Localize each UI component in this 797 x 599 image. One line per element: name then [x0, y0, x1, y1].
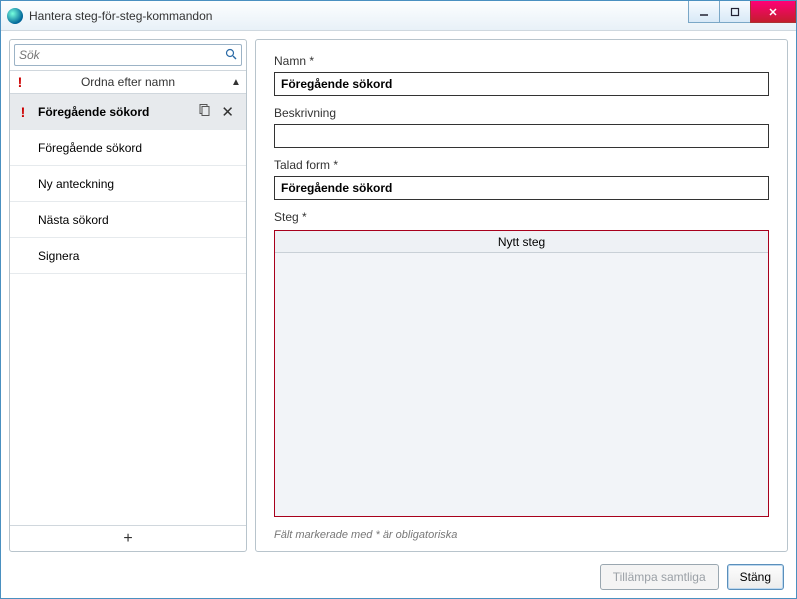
warning-icon: ! [14, 104, 32, 120]
minimize-icon [699, 7, 709, 17]
delete-icon[interactable]: ✕ [221, 103, 234, 121]
sort-header[interactable]: ! Ordna efter namn ▲ [10, 70, 246, 94]
list-item[interactable]: ! Föregående sökord ✕ [10, 94, 246, 130]
list-item[interactable]: Nästa sökord [10, 202, 246, 238]
close-window-button[interactable] [750, 1, 796, 23]
apply-all-button[interactable]: Tillämpa samtliga [600, 564, 719, 590]
steps-container: Nytt steg [274, 228, 769, 517]
list-item-label: Nästa sökord [32, 213, 242, 227]
maximize-button[interactable] [719, 1, 751, 23]
window-title: Hantera steg-för-steg-kommandon [29, 9, 212, 23]
list-item[interactable]: Signera [10, 238, 246, 274]
steps-box: Nytt steg [274, 230, 769, 517]
list-item-label: Signera [32, 249, 242, 263]
steps-label: Steg * [274, 210, 769, 224]
maximize-icon [730, 7, 740, 17]
new-step-button[interactable]: Nytt steg [275, 231, 768, 253]
close-button[interactable]: Stäng [727, 564, 784, 590]
name-input[interactable] [274, 72, 769, 96]
spoken-form-input[interactable] [274, 176, 769, 200]
titlebar: Hantera steg-för-steg-kommandon [1, 1, 796, 31]
row-actions: ✕ [197, 103, 242, 121]
warning-column-icon: ! [10, 74, 30, 90]
name-label: Namn * [274, 54, 769, 68]
window-controls [689, 1, 796, 23]
copy-icon[interactable] [197, 103, 211, 121]
description-input[interactable] [274, 124, 769, 148]
columns: ! Ordna efter namn ▲ ! Föregående sökord… [9, 39, 788, 552]
search-icon[interactable] [225, 48, 237, 63]
sort-arrow-icon: ▲ [226, 77, 246, 88]
commands-list: ! Föregående sökord ✕ Föregående sökord [10, 94, 246, 525]
search-wrap [14, 44, 242, 66]
add-command-button[interactable]: + [10, 525, 246, 551]
app-icon [7, 8, 23, 24]
list-item[interactable]: Föregående sökord [10, 130, 246, 166]
description-label: Beskrivning [274, 106, 769, 120]
sort-label: Ordna efter namn [30, 75, 226, 89]
list-item[interactable]: Ny anteckning [10, 166, 246, 202]
new-step-label: Nytt steg [498, 235, 545, 249]
editor-panel: Namn * Beskrivning Talad form * Steg * N… [255, 39, 788, 552]
dialog-footer: Tillämpa samtliga Stäng [9, 560, 788, 590]
minimize-button[interactable] [688, 1, 720, 23]
search-input[interactable] [19, 48, 225, 62]
list-item-label: Föregående sökord [32, 105, 197, 119]
plus-icon: + [123, 530, 132, 548]
required-hint: Fält markerade med * är obligatoriska [274, 529, 769, 541]
list-item-label: Ny anteckning [32, 177, 242, 191]
app-window: Hantera steg-för-steg-kommandon [0, 0, 797, 599]
spoken-form-label: Talad form * [274, 158, 769, 172]
list-item-label: Föregående sökord [32, 141, 242, 155]
dialog-body: ! Ordna efter namn ▲ ! Föregående sökord… [1, 31, 796, 598]
steps-area[interactable] [275, 253, 768, 516]
commands-sidebar: ! Ordna efter namn ▲ ! Föregående sökord… [9, 39, 247, 552]
close-icon [768, 7, 778, 17]
